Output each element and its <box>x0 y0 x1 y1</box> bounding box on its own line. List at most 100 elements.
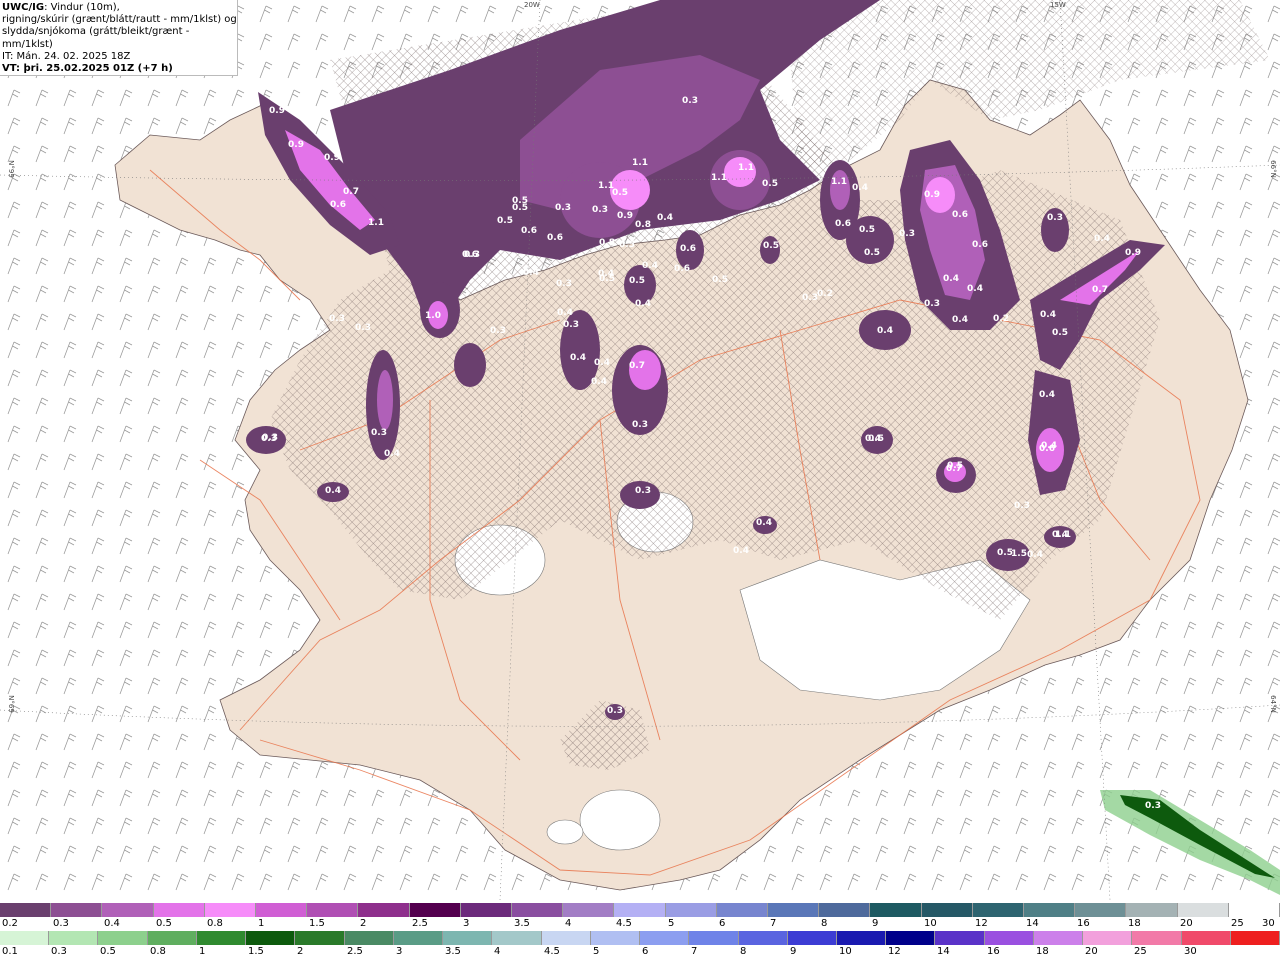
precip-value-label: 0.4 <box>591 377 607 387</box>
scale-swatch <box>1083 931 1133 945</box>
scale-swatch <box>1024 903 1076 917</box>
scale-tick-label: 12 <box>975 918 988 929</box>
scale-tick-label: 3.5 <box>514 918 530 929</box>
precip-value-label: 0.4 <box>967 284 983 294</box>
rain-scale-ticks: 0.1 0.3 0.5 0.8 1 1.5 2 2.5 3 3.5 4 4.5 5 6 7 8 9 10 12 14 1… <box>0 946 1280 960</box>
precip-value-label: 0.5 <box>1052 328 1068 338</box>
scale-swatch <box>204 903 257 917</box>
scale-tick-label: 8 <box>740 946 747 957</box>
precip-value-label: 0.3 <box>592 205 608 215</box>
scale-swatch <box>886 931 936 945</box>
scale-swatch <box>307 903 359 917</box>
precip-value-label: 0.5 <box>612 188 628 198</box>
precip-value-label: 0.3 <box>632 420 648 430</box>
scale-tick-label: 5 <box>668 918 675 929</box>
scale-swatch <box>1177 903 1229 917</box>
scale-swatch <box>541 931 591 945</box>
precip-value-label: 0.5 <box>712 275 728 285</box>
precip-value-label: 0.5 <box>864 248 880 258</box>
scale-swatch <box>1126 903 1178 917</box>
precip-value-label: 0.5 <box>763 241 779 251</box>
scale-swatch <box>665 903 717 917</box>
precip-value-label: 0.3 <box>262 433 278 443</box>
precip-value-label: 0.6 <box>330 200 346 210</box>
issue-time: IT: Mán. 24. 02. 2025 18Z <box>2 50 131 62</box>
scale-swatch <box>716 903 769 917</box>
precip-value-label: 1.1 <box>1055 530 1071 540</box>
precip-value-label: 0.3 <box>1145 801 1161 811</box>
scale-swatch <box>1181 931 1231 945</box>
scale-swatch <box>738 931 788 945</box>
scale-swatch <box>358 903 410 917</box>
precip-value-label: 0.4 <box>325 486 341 496</box>
lat-label-left-lower: N°69 <box>6 695 15 713</box>
precip-value-label: 0.3 <box>371 428 387 438</box>
precip-value-label: 1.1 <box>368 218 384 228</box>
scale-swatch <box>935 931 985 945</box>
scale-tick-label: 12 <box>888 946 901 957</box>
scale-tick-label: 16 <box>987 946 1000 957</box>
precip-value-label: 0.9 <box>1125 248 1141 258</box>
scale-tick-label: 6 <box>719 918 726 929</box>
scale-tick-label: 6 <box>642 946 649 957</box>
scale-tick-label: 4 <box>565 918 572 929</box>
scale-tick-label: 14 <box>1026 918 1039 929</box>
scale-swatch <box>787 931 837 945</box>
title-line-2: rigning/skúrir (grænt/blátt/rautt - mm/1… <box>2 14 237 26</box>
scale-swatch <box>984 931 1034 945</box>
precip-value-label: 0.3 <box>802 293 818 303</box>
precip-value-label: 0.3 <box>924 299 940 309</box>
lat-label-right-upper: 66°N <box>1268 160 1277 178</box>
scale-swatch <box>460 903 513 917</box>
precip-value-label: 0.4 <box>756 518 772 528</box>
scale-swatch <box>256 903 308 917</box>
precip-value-label: 0.5 <box>762 179 778 189</box>
lon-label-20w: 20W <box>524 1 540 9</box>
scale-tick-label: 14 <box>937 946 950 957</box>
lat-label-left-upper: N°99 <box>6 160 15 178</box>
precip-value-label: 0.3 <box>329 314 345 324</box>
scale-swatch <box>614 903 666 917</box>
scale-swatch <box>590 931 641 945</box>
scale-swatch <box>689 931 739 945</box>
scale-swatch <box>512 903 564 917</box>
precip-value-label: 0.3 <box>682 96 698 106</box>
scale-tick-label: 0.3 <box>53 918 69 929</box>
precip-value-label: 0.5 <box>599 274 615 284</box>
scale-tick-label: 2.5 <box>347 946 363 957</box>
scale-tick-label: 18 <box>1036 946 1049 957</box>
valid-time: VT: þri. 25.02.2025 01Z (+7 h) <box>2 63 173 75</box>
precip-value-label: 0.4 <box>557 308 573 318</box>
precip-value-label: 0.6 <box>952 210 968 220</box>
scale-tick-label: 2 <box>297 946 304 957</box>
scale-tick-label: 18 <box>1128 918 1141 929</box>
scale-tick-label: 0.3 <box>51 946 67 957</box>
precip-value-label: 0.5 <box>497 216 513 226</box>
precip-value-label: 0.3 <box>607 706 623 716</box>
precip-value-label: 0.3 <box>556 279 572 289</box>
precip-value-label: 0.8 <box>599 238 615 248</box>
precip-value-label: 0.4 <box>1094 234 1110 244</box>
scale-swatch <box>153 903 205 917</box>
scale-tick-label: 9 <box>790 946 797 957</box>
precip-value-label: 0.4 <box>733 546 749 556</box>
scale-tick-label: 20 <box>1180 918 1193 929</box>
scale-swatch <box>1132 931 1182 945</box>
scale-swatch <box>563 903 615 917</box>
scale-tick-label: 25 <box>1231 918 1244 929</box>
scale-tick-label: 3 <box>463 918 470 929</box>
scale-swatch <box>1033 931 1084 945</box>
scale-swatch <box>870 903 922 917</box>
scale-tick-label: 3 <box>396 946 403 957</box>
precip-value-label: 0.4 <box>594 358 610 368</box>
lat-label-right-lower: 64°N <box>1268 695 1277 713</box>
precip-value-label: 0.9 <box>924 190 940 200</box>
precip-value-label: 0.3 <box>899 229 915 239</box>
precip-value-label: 1.1 <box>598 181 614 191</box>
scale-tick-label: 10 <box>924 918 937 929</box>
scale-swatch <box>836 931 887 945</box>
scale-swatch <box>1230 931 1280 945</box>
title-line-1: UWC/IG: Vindur (10m), <box>2 2 237 14</box>
precip-value-label: 0.3 <box>490 326 506 336</box>
precip-value-label: 0.6 <box>680 244 696 254</box>
